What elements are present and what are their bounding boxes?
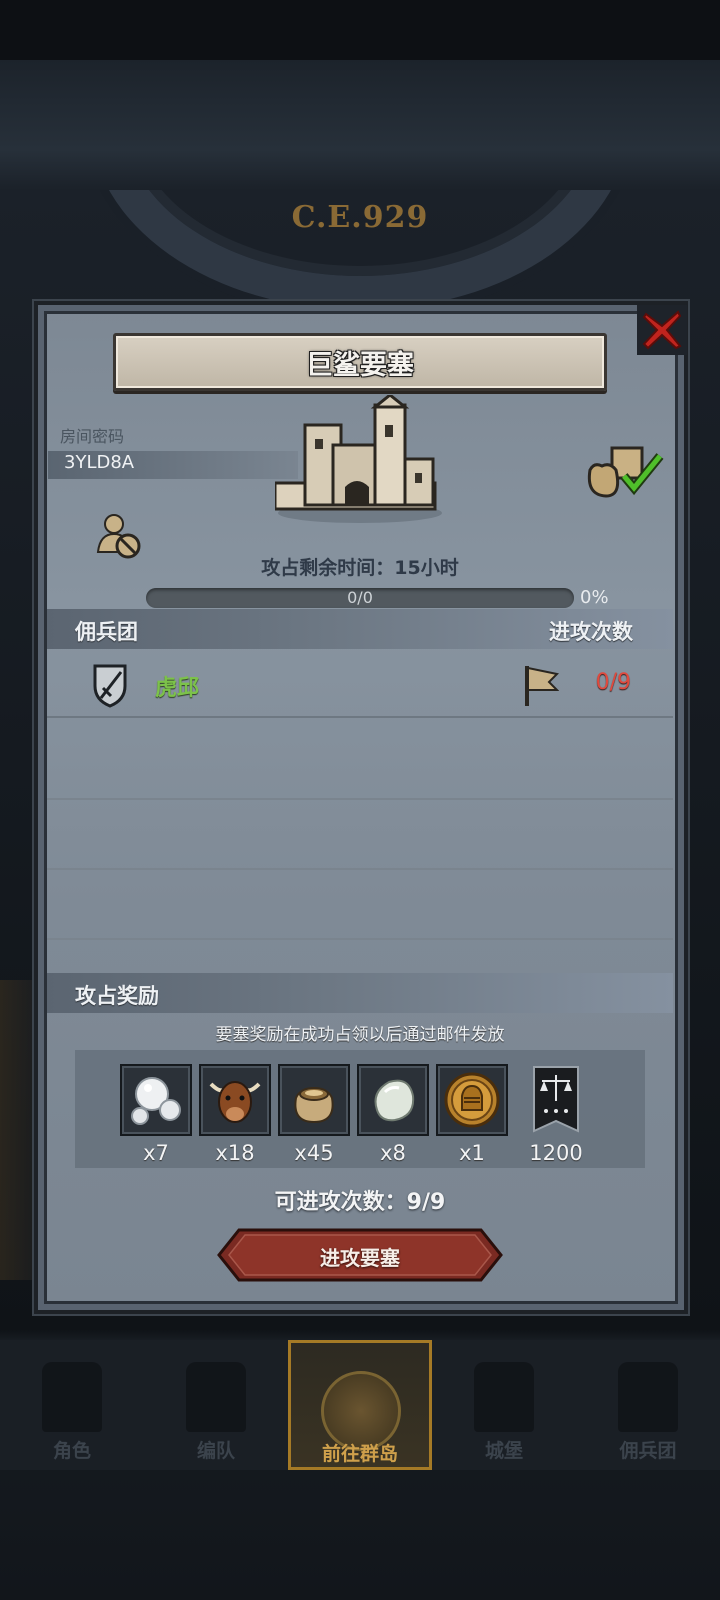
- remaining-attempts: 可进攻次数：9/9: [274, 1190, 446, 1215]
- screen: C.E.929 巨鲨要塞 房间密码 3YLD8A 攻占剩余时间：15小时 0/0…: [0, 0, 720, 1600]
- mercenary-row[interactable]: 虎邱 0/9: [47, 650, 673, 718]
- mercenary-section-header: 佣兵团 进攻次数: [47, 609, 673, 649]
- reward-item[interactable]: x18: [199, 1064, 271, 1165]
- attack-count-label: 进攻次数: [549, 620, 633, 644]
- reward-item[interactable]: x8: [357, 1064, 429, 1165]
- room-code-label: 房间密码: [60, 427, 125, 446]
- justice-banner-icon: [533, 1066, 579, 1133]
- reward-qty: x45: [294, 1141, 334, 1165]
- supplies-check-icon: [587, 446, 664, 498]
- reward-item[interactable]: x1: [436, 1064, 508, 1165]
- attack-button-label: 进攻要塞: [320, 1246, 400, 1270]
- reward-item[interactable]: 1200: [520, 1064, 592, 1165]
- reward-tile: [357, 1064, 429, 1136]
- reward-qty: x7: [143, 1141, 169, 1165]
- nav-label: 前往群岛: [321, 1443, 398, 1465]
- flag-icon: [525, 666, 559, 706]
- occupation-timer: 攻占剩余时间：15小时: [261, 557, 459, 579]
- mercenary-name: 虎邱: [155, 676, 200, 701]
- sack-icon: [294, 1087, 334, 1124]
- castle-icon: [275, 395, 442, 523]
- nav-islands[interactable]: 前往群岛: [288, 1340, 432, 1470]
- reward-tile: [436, 1064, 508, 1136]
- close-button[interactable]: [637, 305, 687, 355]
- nav-castle[interactable]: 城堡: [432, 1340, 576, 1470]
- reward-item[interactable]: x45: [278, 1064, 350, 1165]
- nav-formation[interactable]: 编队: [144, 1340, 288, 1470]
- nav-label: 编队: [196, 1440, 235, 1462]
- nav-label: 城堡: [484, 1440, 523, 1462]
- reward-tile: [520, 1064, 592, 1136]
- reward-qty: 1200: [529, 1141, 583, 1165]
- empty-mercenary-row: [47, 872, 673, 940]
- nav-character[interactable]: 角色: [0, 1340, 144, 1470]
- occupation-progress-percent: 0%: [580, 587, 609, 608]
- occupation-progress-text: 0/0: [347, 588, 373, 607]
- close-icon: [642, 310, 682, 350]
- reward-tile: [120, 1064, 192, 1136]
- helmet-icon: [186, 1362, 246, 1432]
- nav-label: 佣兵团: [619, 1440, 677, 1462]
- reward-qty: x8: [380, 1141, 406, 1165]
- reward-qty: x1: [459, 1141, 485, 1165]
- nav-mercenary[interactable]: 佣兵团: [576, 1340, 720, 1470]
- pearl-icon: [131, 1077, 181, 1125]
- stone-icon: [374, 1079, 415, 1122]
- reward-tile: [278, 1064, 350, 1136]
- reward-item[interactable]: x7: [120, 1064, 192, 1165]
- reward-qty: x18: [215, 1141, 255, 1165]
- reward-note: 要塞奖励在成功占领以后通过邮件发放: [215, 1025, 505, 1045]
- nav-label: 角色: [52, 1440, 91, 1462]
- empty-mercenary-row: [47, 802, 673, 870]
- shield-sword-icon: [93, 664, 127, 708]
- reward-tile: [199, 1064, 271, 1136]
- mercenary-attack-count: 0/9: [595, 670, 631, 695]
- knight-coin-icon: [444, 1072, 500, 1128]
- mercenary-section-label: 佣兵团: [75, 620, 138, 644]
- empty-mercenary-row: [47, 732, 673, 800]
- castle-nav-icon: [474, 1362, 534, 1432]
- world-dial: C.E.929: [60, 190, 660, 310]
- dialog-title-plate: 巨鲨要塞: [113, 333, 607, 391]
- mercenary-nav-icon: [618, 1362, 678, 1432]
- room-code[interactable]: 3YLD8A: [64, 452, 134, 473]
- bottom-nav: 角色 编队 前往群岛 城堡 佣兵团: [0, 1340, 720, 1470]
- reward-section-header: 攻占奖励: [47, 973, 673, 1013]
- reward-section-label: 攻占奖励: [75, 984, 159, 1008]
- year-label: C.E.929: [291, 200, 429, 235]
- knight-icon: [42, 1362, 102, 1432]
- attack-fortress-button[interactable]: 进攻要塞: [217, 1228, 503, 1282]
- ox-icon: [209, 1081, 261, 1123]
- dialog-title: 巨鲨要塞: [306, 349, 414, 381]
